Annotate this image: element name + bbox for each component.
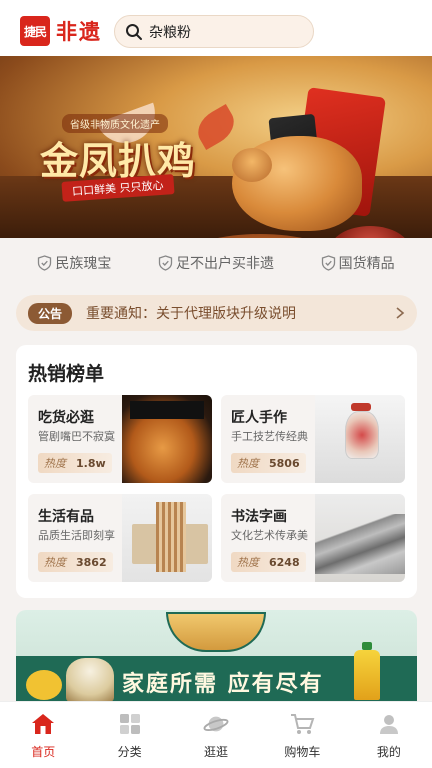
shield-check-icon — [38, 255, 52, 271]
heat-badge: 热度 1.8w — [38, 453, 112, 473]
tab-label: 购物车 — [284, 745, 321, 759]
tab-label: 首页 — [31, 745, 56, 759]
tab-cart[interactable]: 购物车 — [259, 702, 345, 768]
tab-label: 我的 — [376, 745, 401, 759]
braised-chicken-image — [122, 395, 212, 483]
feature-tag-label: 民族瑰宝 — [55, 256, 112, 272]
heat-value: 5806 — [269, 456, 300, 470]
heat-value: 3862 — [76, 555, 107, 569]
tab-category[interactable]: 分类 — [86, 702, 172, 768]
feature-tag-label: 足不出户买非遗 — [175, 256, 274, 272]
tab-explore[interactable]: 逛逛 — [173, 702, 259, 768]
cart-icon — [289, 711, 315, 737]
banner-leaf-image — [191, 104, 241, 150]
heat-badge: 热度 6248 — [231, 552, 306, 572]
tab-profile[interactable]: 我的 — [346, 702, 432, 768]
promo-arch-decoration — [166, 612, 266, 652]
feature-tag: 国货精品 — [321, 253, 395, 273]
home-icon — [30, 711, 56, 737]
hot-card-name: 生活有品 — [38, 509, 94, 525]
header: 捷民 非遗 — [0, 0, 432, 56]
hot-card-desc: 管剧嘴巴不寂寞 — [38, 430, 115, 443]
hero-banner[interactable]: 省级非物质文化遗产 金凤扒鸡 口口鲜美 只只放心 — [0, 56, 432, 238]
heat-value: 6248 — [269, 555, 300, 569]
hot-card-lifestyle[interactable]: 生活有品 品质生活即刻享 热度 3862 — [28, 494, 212, 582]
shield-check-icon — [321, 255, 335, 271]
feature-tag: 民族瑰宝 — [37, 253, 111, 273]
landscape-painting-image — [315, 494, 405, 582]
heat-label: 热度 — [237, 556, 259, 569]
notice-badge: 公告 — [28, 302, 73, 324]
promo-text: 家庭所需 应有尽有 — [122, 671, 324, 697]
heat-label: 热度 — [237, 457, 259, 470]
planet-icon — [203, 711, 229, 737]
hot-card-desc: 品质生活即刻享 — [38, 529, 115, 542]
hot-card-name: 书法字画 — [231, 509, 287, 525]
promo-banner[interactable]: 家庭所需 应有尽有 — [16, 610, 417, 702]
hot-card-name: 吃货必逛 — [38, 410, 94, 426]
hot-card-desc: 手工技艺传经典 — [231, 430, 308, 443]
feature-tag-label: 国货精品 — [338, 256, 395, 272]
search-icon — [126, 23, 142, 40]
notice-bar[interactable]: 公告 重要通知：关于代理版块升级说明 — [16, 295, 417, 331]
shield-check-icon — [158, 255, 173, 271]
notice-text: 重要通知：关于代理版块升级说明 — [86, 306, 297, 322]
hot-card-desc: 文化艺术传承美 — [231, 529, 308, 542]
heat-label: 热度 — [44, 457, 66, 470]
search-input[interactable] — [149, 23, 299, 40]
hot-list-title: 热销榜单 — [28, 363, 105, 385]
tab-label: 分类 — [117, 745, 142, 759]
app-page: 捷民 非遗 省级非物质文化遗产 金凤扒鸡 口口鲜美 只只放心 — [0, 0, 432, 768]
hot-list-section: 热销榜单 吃货必逛 管剧嘴巴不寂寞 热度 1.8w 匠人手作 手工技艺传经典 热… — [16, 345, 417, 598]
feature-tags: 民族瑰宝 足不出户买非遗 国货精品 — [0, 248, 432, 278]
tab-home[interactable]: 首页 — [0, 702, 86, 768]
logo-badge: 捷民 — [20, 16, 50, 46]
heat-badge: 热度 3862 — [38, 552, 113, 572]
category-icon — [117, 711, 143, 737]
tab-label: 逛逛 — [204, 745, 229, 759]
snuff-bottle-image — [315, 395, 405, 483]
banner-chicken-head-image — [232, 148, 272, 182]
hot-card-foodie[interactable]: 吃货必逛 管剧嘴巴不寂寞 热度 1.8w — [28, 395, 212, 483]
heat-badge: 热度 5806 — [231, 453, 306, 473]
hot-card-craftsman[interactable]: 匠人手作 手工技艺传经典 热度 5806 — [221, 395, 405, 483]
hot-card-calligraphy[interactable]: 书法字画 文化艺术传承美 热度 6248 — [221, 494, 405, 582]
bottom-tab-bar: 首页 分类 逛逛 购物车 我的 — [0, 701, 432, 768]
user-icon — [376, 711, 402, 737]
heat-value: 1.8w — [76, 456, 106, 470]
hot-card-name: 匠人手作 — [231, 410, 287, 426]
oil-bottle-image — [354, 642, 380, 700]
rice-bag-image — [66, 658, 114, 702]
chopsticks-image — [122, 494, 212, 582]
app-logo[interactable]: 捷民 非遗 — [20, 16, 102, 46]
logo-text: 非遗 — [56, 20, 102, 44]
corn-image — [26, 670, 62, 700]
search-bar[interactable] — [114, 15, 314, 48]
chevron-right-icon — [396, 307, 405, 319]
feature-tag: 足不出户买非遗 — [158, 253, 274, 273]
heat-label: 热度 — [44, 556, 66, 569]
